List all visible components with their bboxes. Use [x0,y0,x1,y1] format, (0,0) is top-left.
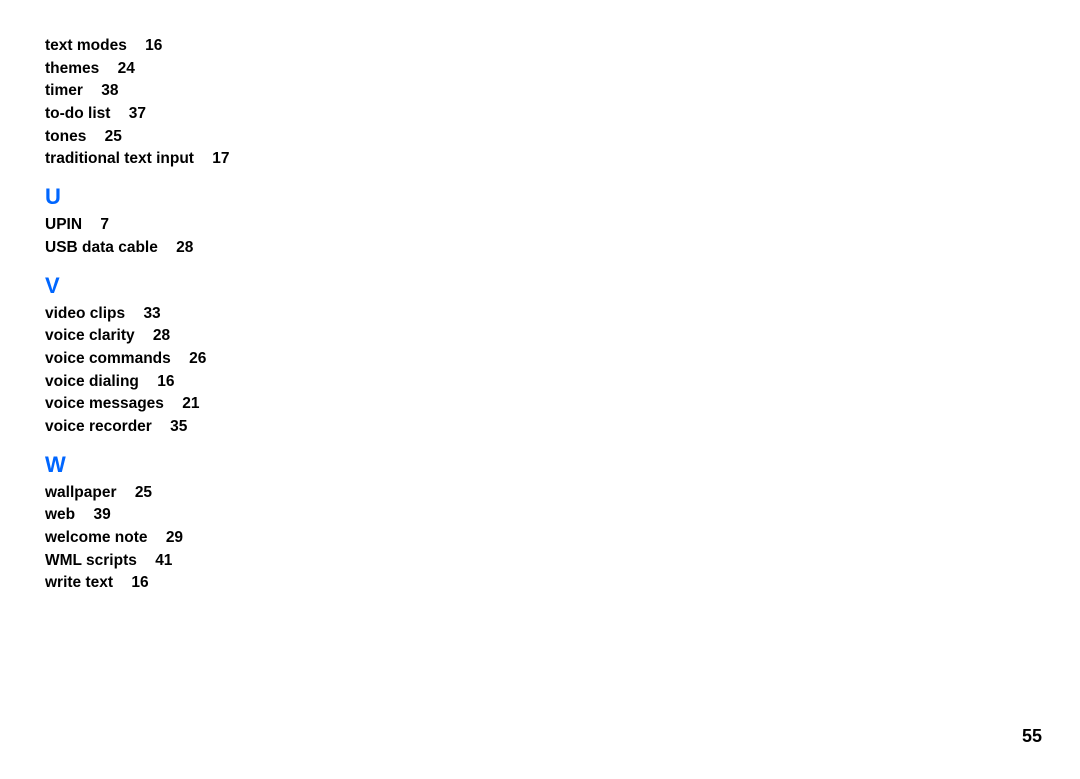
section-letter-u: U [45,184,445,210]
index-entry: voice dialing 16 [45,371,445,393]
index-entry: welcome note 29 [45,527,445,549]
index-page: 25 [135,484,152,501]
index-term: voice clarity [45,327,135,344]
index-term: UPIN [45,216,82,233]
index-page: 16 [131,574,148,591]
index-entry: voice messages 21 [45,393,445,415]
index-entry: to-do list 37 [45,103,445,125]
index-entry: timer 38 [45,80,445,102]
index-page: 28 [176,239,193,256]
index-entry: tones 25 [45,126,445,148]
index-term: to-do list [45,105,110,122]
index-term: traditional text input [45,150,194,167]
index-page: 24 [118,60,135,77]
index-term: WML scripts [45,552,137,569]
index-entry: UPIN 7 [45,214,445,236]
index-term: USB data cable [45,239,158,256]
index-page: 41 [155,552,172,569]
index-page: 37 [129,105,146,122]
index-term: voice recorder [45,418,152,435]
index-term: welcome note [45,529,148,546]
index-page: 16 [157,373,174,390]
index-page: 25 [105,128,122,145]
index-term: themes [45,60,99,77]
index-page: 29 [166,529,183,546]
index-page: 39 [93,506,110,523]
index-content: text modes 16 themes 24 timer 38 to-do l… [45,35,445,594]
index-term: timer [45,82,83,99]
index-term: write text [45,574,113,591]
index-page: 7 [100,216,109,233]
page-number: 55 [1022,726,1042,747]
index-entry: themes 24 [45,58,445,80]
index-page: 35 [170,418,187,435]
index-entry: voice commands 26 [45,348,445,370]
index-entry: traditional text input 17 [45,148,445,170]
index-entry: wallpaper 25 [45,482,445,504]
index-page: 16 [145,37,162,54]
index-entry: voice recorder 35 [45,416,445,438]
index-entry: text modes 16 [45,35,445,57]
index-entry: web 39 [45,504,445,526]
index-page: 21 [182,395,199,412]
index-entry: video clips 33 [45,303,445,325]
index-term: tones [45,128,86,145]
index-page: 38 [101,82,118,99]
index-entry: voice clarity 28 [45,325,445,347]
section-letter-w: W [45,452,445,478]
index-term: wallpaper [45,484,117,501]
index-term: text modes [45,37,127,54]
index-term: voice dialing [45,373,139,390]
index-term: web [45,506,75,523]
index-entry: write text 16 [45,572,445,594]
index-page: 17 [212,150,229,167]
index-page: 33 [143,305,160,322]
index-term: video clips [45,305,125,322]
index-term: voice commands [45,350,171,367]
index-entry: USB data cable 28 [45,237,445,259]
index-page: 26 [189,350,206,367]
index-term: voice messages [45,395,164,412]
index-page: 28 [153,327,170,344]
index-entry: WML scripts 41 [45,550,445,572]
section-letter-v: V [45,273,445,299]
